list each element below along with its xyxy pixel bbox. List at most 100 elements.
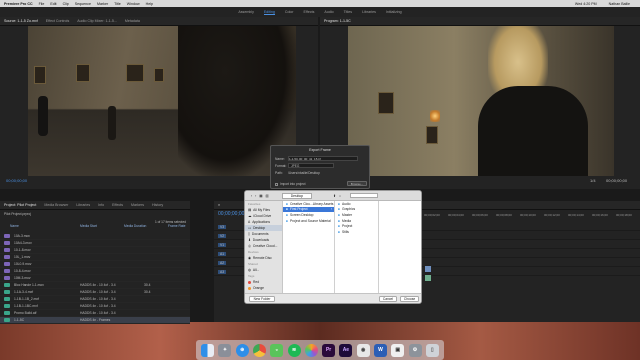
program-video-frame[interactable] [348,26,614,176]
track-label[interactable]: V3 [218,224,227,229]
view-icon[interactable]: ▦ [259,194,262,198]
import-checkbox[interactable] [275,182,278,186]
menu-file[interactable]: File [39,2,45,6]
menu-marker[interactable]: Marker [97,2,108,6]
safari-icon[interactable]: ⊕ [235,343,249,357]
tab-effect-controls[interactable]: Effect Controls [46,19,70,23]
col-name[interactable]: Name [10,224,70,228]
location-popup[interactable]: Desktop [281,192,313,199]
tab-sequence[interactable]: × [218,203,220,207]
menu-window[interactable]: Window [127,2,140,6]
project-item-row[interactable]: 10L_1.mov [0,254,190,261]
tab-project[interactable]: Project: Pilot Project [4,203,36,207]
clock[interactable]: Wed 4:20 PM [575,2,597,6]
menu-edit[interactable]: Edit [50,2,56,6]
after-effects-icon[interactable]: Ae [339,343,353,357]
premiere-icon[interactable]: Pr [322,343,336,357]
project-item-row[interactable]: 10A-3.mov [0,233,190,240]
folder-item[interactable]: ■ Stills [335,229,378,235]
preview-icon[interactable]: ▣ [391,343,405,357]
program-duration-fraction[interactable]: 1/4 [590,178,596,183]
project-item-row[interactable]: 1-1B-1-1BC.mxf HADDS 4n - 10 4cf - 3.4 [0,303,190,310]
tab-libraries[interactable]: Libraries [76,203,90,207]
name-field[interactable] [288,156,358,161]
back-icon[interactable]: ‹ [251,194,252,198]
chrome-icon[interactable] [252,343,266,357]
menu-clip[interactable]: Clip [63,2,69,6]
folder-item[interactable]: ■ Creative Clou...Library Assets [283,201,334,207]
share-icon[interactable]: ⬆ [333,194,336,198]
workspace-libraries[interactable]: Libraries [362,10,376,14]
workspace-editing[interactable]: Editing [263,10,275,15]
project-item-row[interactable]: 10L0-9.mov [0,261,190,268]
menu-help[interactable]: Help [146,2,153,6]
workspace-assembly[interactable]: Assembly [238,10,254,14]
system-preferences-icon[interactable]: ⚙ [408,343,422,357]
track-label[interactable]: V1 [218,242,227,247]
workspace-initializing[interactable]: Initializing [386,10,402,14]
illustrator-icon[interactable]: ◉ [356,343,370,357]
tab-media-browser[interactable]: Media Browser [44,203,68,207]
tab-effects[interactable]: Effects [112,203,123,207]
track-label[interactable]: A1 [218,251,227,256]
menu-sequence[interactable]: Sequence [75,2,91,6]
tab-history[interactable]: History [152,203,163,207]
tab-markers[interactable]: Markers [131,203,144,207]
project-item-row[interactable]: 1-1A-3-4.mxf HADDS 4n - 10 4cf - 3.4 30.4 [0,289,190,296]
workspace-color[interactable]: Color [285,10,294,14]
workspace-audio[interactable]: Audio [324,10,333,14]
view-columns-icon[interactable]: ▥ [266,194,269,198]
track-label[interactable]: A3 [218,269,227,274]
timeline-clip[interactable] [424,274,432,282]
project-item-row[interactable]: 10-1-8.mov [0,247,190,254]
item-name: 1-1B-1-1B_2.mxf [14,297,39,301]
workspace-titles[interactable]: Titles [344,10,352,14]
workspace-effects[interactable]: Effects [304,10,315,14]
tag-icon[interactable]: ○ [339,194,341,198]
source-timecode[interactable]: 00;00;00;00 [6,178,27,183]
spotify-icon[interactable]: ≋ [287,343,301,357]
browse-button[interactable]: Browse... [347,181,367,186]
search-input[interactable] [350,193,379,198]
timeline-timecode[interactable]: 00;00;00;00 [218,211,244,217]
menu-title[interactable]: Title [114,2,121,6]
col-frame-rate[interactable]: Frame Rate [168,224,185,228]
col-media-duration[interactable]: Media Duration [124,224,158,228]
col-media-start[interactable]: Media Start [80,224,114,228]
project-item-row[interactable]: Bloc Hande 1-1.mov HADDS 4n - 10 4cf - 3.… [0,282,190,289]
sidebar-tag-orange[interactable]: Orange [245,285,282,291]
forward-icon[interactable]: › [255,194,256,198]
tab-info[interactable]: Info [98,203,104,207]
timeline-ruler[interactable]: 00;00;02;00 00;00;04;00 00;00;06;00 00;00;0… [424,213,640,219]
timeline-clip[interactable] [424,265,432,273]
tag-dot-icon [248,286,251,290]
photos-icon[interactable] [304,343,318,357]
project-item-row[interactable]: 1-1B-1-1B_2.mxf HADDS 4n - 10 4cf - 3.4 [0,296,190,303]
program-end-timecode[interactable]: 00;00;00;00 [606,178,627,183]
finder-icon[interactable] [201,343,215,357]
import-into-project[interactable]: Import into project [275,182,306,186]
tab-metadata[interactable]: Metadata [125,19,140,23]
track-label[interactable]: V2 [218,233,227,238]
folder-item[interactable]: ■ Project and Source Material [283,218,334,224]
choose-button[interactable]: Choose [400,296,419,302]
project-item-row[interactable]: 10A4-3.mov [0,240,190,247]
tab-program[interactable]: Program: 1-1-5C [324,19,351,23]
launchpad-icon[interactable]: ✦ [218,343,232,357]
project-item-row[interactable]: 1-1-5C HADDS 4n - Frames [0,317,190,324]
word-icon[interactable]: W [373,343,387,357]
project-item-row[interactable]: 10-8-4.mov [0,268,190,275]
trash-icon[interactable]: ▯ [425,343,439,357]
new-folder-button[interactable]: New Folder [249,296,275,302]
app-name[interactable]: Premiere Pro CC [4,2,33,6]
source-video-frame[interactable] [28,26,296,176]
user-name[interactable]: Nathan Bailie [609,2,630,6]
tab-audio-clip-mixer[interactable]: Audio Clip Mixer: 1-1-5... [77,19,117,23]
project-item-row[interactable]: 10M-3.mov [0,275,190,282]
cancel-button[interactable]: Cancel [379,296,397,302]
track-label[interactable]: A2 [218,260,227,265]
format-dropdown[interactable]: JPEG [288,163,334,168]
messages-icon[interactable]: ◒ [270,343,284,357]
project-item-row[interactable]: Promo Build.aif HADDS 4n - 10 4cf - 3.4 [0,310,190,317]
tab-source[interactable]: Source: 1-1-5 Zo.mxf [4,19,38,23]
